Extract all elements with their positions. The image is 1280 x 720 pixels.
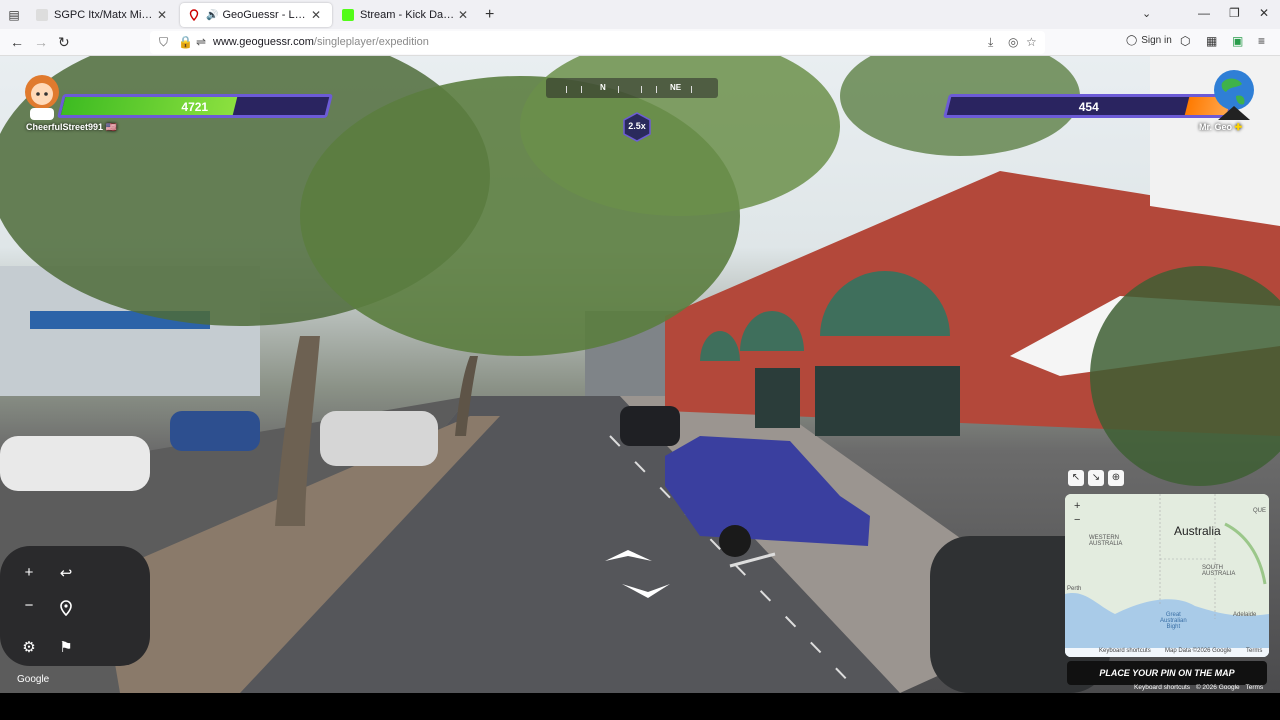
close-window-icon[interactable]: ✕ xyxy=(1259,6,1269,20)
map-expand-icon[interactable]: ↖ xyxy=(1068,470,1084,486)
keyboard-shortcuts-link[interactable]: Keyboard shortcuts xyxy=(1134,684,1190,691)
close-tab-icon[interactable]: ✕ xyxy=(455,8,471,22)
map-terms-link[interactable]: Terms xyxy=(1246,648,1262,654)
tab-title: Stream - Kick Dashboard xyxy=(360,9,455,21)
map-keyboard-shortcuts-link[interactable]: Keyboard shortcuts xyxy=(1099,648,1151,654)
reader-icon[interactable]: ◎ xyxy=(1008,35,1018,49)
minimize-icon[interactable]: — xyxy=(1198,6,1210,20)
checkpoint-pin-icon[interactable] xyxy=(55,600,77,620)
lock-icon[interactable]: 🔒 xyxy=(178,35,193,49)
google-logo: Google xyxy=(17,674,50,685)
opponent-avatar-globe-icon xyxy=(1214,70,1254,120)
address-bar[interactable]: ⛉ 🔒 ⇌ www.geoguessr.com/singleplayer/exp… xyxy=(150,31,1045,54)
opponent-name: Mr. Geo ✚ xyxy=(1199,122,1243,132)
street-view-panorama[interactable]: 4721 CheerfulStreet991 🇺🇸 N NE 2.5x 454 … xyxy=(0,56,1280,693)
sign-in-button[interactable]: ◯ Sign in xyxy=(1126,35,1172,46)
tab-title: GeoGuessr - Let's explore the world! xyxy=(222,9,308,21)
settings-gear-icon[interactable]: ⚙ xyxy=(18,638,40,656)
map-label-perth: Perth xyxy=(1067,586,1082,592)
geoguessr-favicon-icon xyxy=(188,9,200,22)
flag-us-icon: 🇺🇸 xyxy=(105,122,117,132)
map-zoom-in-button[interactable]: + xyxy=(1074,500,1080,512)
account-icon: ◯ xyxy=(1126,35,1138,46)
bottom-attribution: Keyboard shortcuts © 2026 Google Terms xyxy=(1134,684,1263,691)
taskbar-strip xyxy=(0,693,1280,720)
speaker-icon[interactable]: 🔊 xyxy=(206,10,218,21)
player-name: CheerfulStreet991 🇺🇸 xyxy=(26,122,117,132)
map-pin-toggle-icon[interactable]: ⊕ xyxy=(1108,470,1124,486)
close-tab-icon[interactable]: ✕ xyxy=(308,8,324,22)
new-tab-icon[interactable]: + xyxy=(485,6,494,24)
browser-window: ▤ SGPC Itx/Matx Mini Case K88 Lite (S ✕ … xyxy=(0,0,1280,720)
map-country-label: Australia xyxy=(1174,524,1221,538)
return-to-start-flag-icon[interactable]: ⚑ xyxy=(55,638,77,656)
guess-map[interactable]: + − Australia WESTERN AUSTRALIA SOUTH AU… xyxy=(1065,494,1269,657)
opponent-score: 454 xyxy=(1078,100,1099,114)
zoom-out-button[interactable]: − xyxy=(18,597,40,614)
reload-icon[interactable]: ↻ xyxy=(58,34,70,51)
close-tab-icon[interactable]: ✕ xyxy=(154,8,170,22)
map-data-attribution: Map Data ©2026 Google xyxy=(1165,648,1232,654)
map-label-south-australia: SOUTH AUSTRALIA xyxy=(1202,565,1236,577)
place-pin-button[interactable]: PLACE YOUR PIN ON THE MAP xyxy=(1067,661,1267,685)
copyright-text: © 2026 Google xyxy=(1195,684,1240,691)
url-text[interactable]: www.geoguessr.com/singleplayer/expeditio… xyxy=(213,36,429,48)
back-icon[interactable]: ← xyxy=(10,34,24,50)
undo-move-button[interactable]: ↩ xyxy=(55,564,77,582)
zoom-in-button[interactable]: + xyxy=(18,564,40,581)
player-avatar xyxy=(22,72,62,120)
map-label-queensland: QUE xyxy=(1253,508,1267,514)
flag-sweden-icon: ✚ xyxy=(1234,122,1243,132)
opponent-health-bar: 454 xyxy=(943,94,1235,118)
tab-kick[interactable]: Stream - Kick Dashboard ✕ xyxy=(334,3,479,27)
page-favicon-icon xyxy=(36,9,48,21)
nav-bar: ← → ↻ ⛉ 🔒 ⇌ www.geoguessr.com/singleplay… xyxy=(0,29,1280,56)
tab-list-icon[interactable]: ▤ xyxy=(0,1,28,29)
map-terrain xyxy=(1065,494,1269,657)
compass-north: N xyxy=(600,83,606,92)
extension-green-icon[interactable]: ▣ xyxy=(1232,34,1243,48)
compass: N NE xyxy=(546,78,718,98)
tab-strip: ▤ SGPC Itx/Matx Mini Case K88 Lite (S ✕ … xyxy=(0,0,1280,29)
tab-sgpc[interactable]: SGPC Itx/Matx Mini Case K88 Lite (S ✕ xyxy=(28,3,178,27)
player-score: 4721 xyxy=(181,100,209,114)
forward-icon[interactable]: → xyxy=(34,34,48,50)
tab-title: SGPC Itx/Matx Mini Case K88 Lite (S xyxy=(54,9,154,21)
map-label-western-australia: WESTERN AUSTRALIA xyxy=(1089,535,1123,547)
map-footer: Keyboard shortcuts Map Data ©2026 Google… xyxy=(1065,648,1269,657)
extension-badge-icon[interactable]: ▦ xyxy=(1206,34,1217,48)
permissions-icon[interactable]: ⇌ xyxy=(196,35,206,49)
kick-favicon-icon xyxy=(342,9,354,21)
download-icon[interactable]: ⤓ xyxy=(988,35,993,50)
bookmark-star-icon[interactable]: ☆ xyxy=(1026,35,1037,49)
chevron-down-icon[interactable]: ⌄ xyxy=(1142,7,1151,20)
tab-geoguessr[interactable]: 🔊 GeoGuessr - Let's explore the world! ✕ xyxy=(180,3,332,27)
menu-icon[interactable]: ≡ xyxy=(1258,34,1265,48)
map-label-adelaide: Adelaide xyxy=(1233,612,1257,618)
terms-link[interactable]: Terms xyxy=(1245,684,1263,691)
map-zoom-out-button[interactable]: − xyxy=(1074,514,1080,526)
multiplier-text: 2.5x xyxy=(628,121,646,131)
restore-icon[interactable]: ❐ xyxy=(1229,6,1240,20)
map-label-great-australian-bight: Great Australian Bight xyxy=(1160,612,1187,630)
shield-icon[interactable]: ⛉ xyxy=(159,35,168,50)
map-shrink-icon[interactable]: ↘ xyxy=(1088,470,1104,486)
player-health-bar: 4721 xyxy=(57,94,333,118)
extensions-icon[interactable]: ⬡ xyxy=(1180,34,1190,48)
compass-northeast: NE xyxy=(670,83,682,92)
